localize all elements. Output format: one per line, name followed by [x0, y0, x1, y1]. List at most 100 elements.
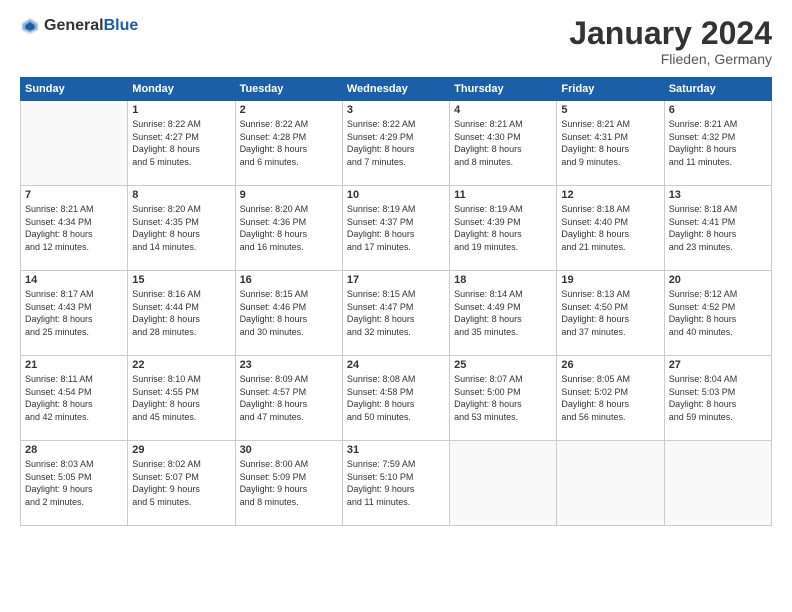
calendar-cell: 6 Sunrise: 8:21 AMSunset: 4:32 PMDaylight… [664, 101, 771, 186]
calendar-cell: 23 Sunrise: 8:09 AMSunset: 4:57 PMDayligh… [235, 356, 342, 441]
day-info: Sunrise: 8:17 AMSunset: 4:43 PMDaylight:… [25, 288, 123, 338]
day-info: Sunrise: 8:02 AMSunset: 5:07 PMDaylight:… [132, 458, 230, 508]
day-info: Sunrise: 8:13 AMSunset: 4:50 PMDaylight:… [561, 288, 659, 338]
week-row-4: 28 Sunrise: 8:03 AMSunset: 5:05 PMDayligh… [21, 441, 772, 526]
day-info: Sunrise: 8:21 AMSunset: 4:34 PMDaylight:… [25, 203, 123, 253]
day-info: Sunrise: 7:59 AMSunset: 5:10 PMDaylight:… [347, 458, 445, 508]
day-info: Sunrise: 8:22 AMSunset: 4:29 PMDaylight:… [347, 118, 445, 168]
th-sunday: Sunday [21, 78, 128, 101]
day-number: 19 [561, 274, 659, 286]
day-number: 17 [347, 274, 445, 286]
day-number: 25 [454, 359, 552, 371]
calendar-cell [450, 441, 557, 526]
week-row-3: 21 Sunrise: 8:11 AMSunset: 4:54 PMDayligh… [21, 356, 772, 441]
th-tuesday: Tuesday [235, 78, 342, 101]
calendar-cell: 10 Sunrise: 8:19 AMSunset: 4:37 PMDayligh… [342, 186, 449, 271]
calendar-cell: 21 Sunrise: 8:11 AMSunset: 4:54 PMDayligh… [21, 356, 128, 441]
calendar-cell: 7 Sunrise: 8:21 AMSunset: 4:34 PMDaylight… [21, 186, 128, 271]
day-info: Sunrise: 8:20 AMSunset: 4:36 PMDaylight:… [240, 203, 338, 253]
day-number: 16 [240, 274, 338, 286]
location: Flieden, Germany [569, 51, 772, 67]
logo-icon [20, 16, 40, 36]
day-number: 28 [25, 444, 123, 456]
calendar-cell: 4Sunrise: 8:21 AMSunset: 4:30 PMDaylight… [450, 101, 557, 186]
day-number: 15 [132, 274, 230, 286]
th-wednesday: Wednesday [342, 78, 449, 101]
calendar-cell: 8Sunrise: 8:20 AMSunset: 4:35 PMDaylight… [128, 186, 235, 271]
day-info: Sunrise: 8:14 AMSunset: 4:49 PMDaylight:… [454, 288, 552, 338]
calendar-cell: 19 Sunrise: 8:13 AMSunset: 4:50 PMDayligh… [557, 271, 664, 356]
calendar-cell: 30 Sunrise: 8:00 AMSunset: 5:09 PMDayligh… [235, 441, 342, 526]
day-number: 29 [132, 444, 230, 456]
calendar-cell: 3Sunrise: 8:22 AMSunset: 4:29 PMDaylight… [342, 101, 449, 186]
day-info: Sunrise: 8:00 AMSunset: 5:09 PMDaylight:… [240, 458, 338, 508]
day-info: Sunrise: 8:22 AMSunset: 4:27 PMDaylight:… [132, 118, 230, 168]
day-info: Sunrise: 8:09 AMSunset: 4:57 PMDaylight:… [240, 373, 338, 423]
day-number: 23 [240, 359, 338, 371]
day-info: Sunrise: 8:12 AMSunset: 4:52 PMDaylight:… [669, 288, 767, 338]
day-info: Sunrise: 8:03 AMSunset: 5:05 PMDaylight:… [25, 458, 123, 508]
calendar-cell: 2 Sunrise: 8:22 AMSunset: 4:28 PMDaylight… [235, 101, 342, 186]
calendar-cell: 15 Sunrise: 8:16 AMSunset: 4:44 PMDayligh… [128, 271, 235, 356]
day-info: Sunrise: 8:11 AMSunset: 4:54 PMDaylight:… [25, 373, 123, 423]
th-thursday: Thursday [450, 78, 557, 101]
calendar-cell [664, 441, 771, 526]
calendar-cell: 29 Sunrise: 8:02 AMSunset: 5:07 PMDayligh… [128, 441, 235, 526]
week-row-0: 1 Sunrise: 8:22 AMSunset: 4:27 PMDaylight… [21, 101, 772, 186]
day-info: Sunrise: 8:21 AMSunset: 4:31 PMDaylight:… [561, 118, 659, 168]
calendar-cell: 24Sunrise: 8:08 AMSunset: 4:58 PMDayligh… [342, 356, 449, 441]
day-number: 21 [25, 359, 123, 371]
calendar-cell: 28 Sunrise: 8:03 AMSunset: 5:05 PMDayligh… [21, 441, 128, 526]
calendar-cell: 18 Sunrise: 8:14 AMSunset: 4:49 PMDayligh… [450, 271, 557, 356]
day-info: Sunrise: 8:19 AMSunset: 4:39 PMDaylight:… [454, 203, 552, 253]
th-monday: Monday [128, 78, 235, 101]
day-info: Sunrise: 8:04 AMSunset: 5:03 PMDaylight:… [669, 373, 767, 423]
header: GeneralBlue January 2024 Flieden, German… [20, 16, 772, 67]
calendar-cell: 12Sunrise: 8:18 AMSunset: 4:40 PMDayligh… [557, 186, 664, 271]
day-number: 10 [347, 189, 445, 201]
calendar-cell [557, 441, 664, 526]
calendar-table: Sunday Monday Tuesday Wednesday Thursday… [20, 77, 772, 526]
calendar-cell: 26 Sunrise: 8:05 AMSunset: 5:02 PMDayligh… [557, 356, 664, 441]
day-number: 12 [561, 189, 659, 201]
calendar-cell: 25Sunrise: 8:07 AMSunset: 5:00 PMDayligh… [450, 356, 557, 441]
title-block: January 2024 Flieden, Germany [569, 16, 772, 67]
week-row-1: 7 Sunrise: 8:21 AMSunset: 4:34 PMDaylight… [21, 186, 772, 271]
day-info: Sunrise: 8:08 AMSunset: 4:58 PMDaylight:… [347, 373, 445, 423]
th-friday: Friday [557, 78, 664, 101]
day-number: 7 [25, 189, 123, 201]
day-number: 1 [132, 104, 230, 116]
day-info: Sunrise: 8:15 AMSunset: 4:47 PMDaylight:… [347, 288, 445, 338]
day-number: 27 [669, 359, 767, 371]
day-number: 31 [347, 444, 445, 456]
calendar-cell: 9 Sunrise: 8:20 AMSunset: 4:36 PMDaylight… [235, 186, 342, 271]
day-number: 30 [240, 444, 338, 456]
day-info: Sunrise: 8:21 AMSunset: 4:32 PMDaylight:… [669, 118, 767, 168]
calendar-cell: 22 Sunrise: 8:10 AMSunset: 4:55 PMDayligh… [128, 356, 235, 441]
day-info: Sunrise: 8:10 AMSunset: 4:55 PMDaylight:… [132, 373, 230, 423]
weekday-header-row: Sunday Monday Tuesday Wednesday Thursday… [21, 78, 772, 101]
calendar-cell: 14 Sunrise: 8:17 AMSunset: 4:43 PMDayligh… [21, 271, 128, 356]
week-row-2: 14 Sunrise: 8:17 AMSunset: 4:43 PMDayligh… [21, 271, 772, 356]
day-info: Sunrise: 8:22 AMSunset: 4:28 PMDaylight:… [240, 118, 338, 168]
day-number: 14 [25, 274, 123, 286]
day-number: 18 [454, 274, 552, 286]
day-info: Sunrise: 8:19 AMSunset: 4:37 PMDaylight:… [347, 203, 445, 253]
day-info: Sunrise: 8:05 AMSunset: 5:02 PMDaylight:… [561, 373, 659, 423]
day-number: 9 [240, 189, 338, 201]
day-number: 26 [561, 359, 659, 371]
day-number: 6 [669, 104, 767, 116]
logo-general: General [44, 17, 104, 34]
day-number: 22 [132, 359, 230, 371]
day-number: 2 [240, 104, 338, 116]
logo: GeneralBlue [20, 16, 138, 36]
calendar-cell: 13Sunrise: 8:18 AMSunset: 4:41 PMDayligh… [664, 186, 771, 271]
calendar-cell: 1 Sunrise: 8:22 AMSunset: 4:27 PMDaylight… [128, 101, 235, 186]
day-info: Sunrise: 8:15 AMSunset: 4:46 PMDaylight:… [240, 288, 338, 338]
th-saturday: Saturday [664, 78, 771, 101]
day-info: Sunrise: 8:18 AMSunset: 4:41 PMDaylight:… [669, 203, 767, 253]
calendar-cell: 5Sunrise: 8:21 AMSunset: 4:31 PMDaylight… [557, 101, 664, 186]
calendar-cell: 27 Sunrise: 8:04 AMSunset: 5:03 PMDayligh… [664, 356, 771, 441]
month-title: January 2024 [569, 16, 772, 51]
day-info: Sunrise: 8:16 AMSunset: 4:44 PMDaylight:… [132, 288, 230, 338]
